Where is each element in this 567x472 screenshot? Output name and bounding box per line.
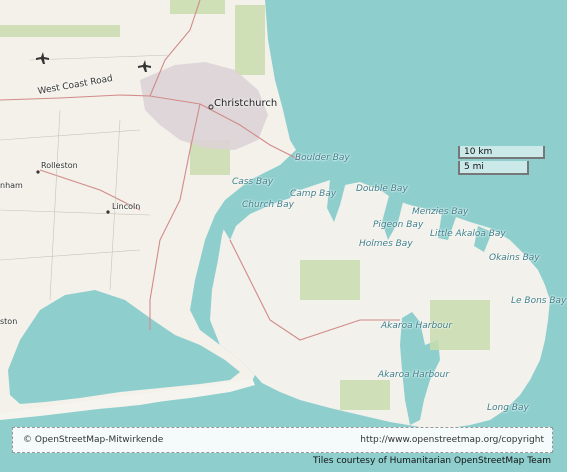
label-cass-bay: Cass Bay [232,177,274,187]
attribution-copyright: © OpenStreetMap-Mitwirkende [23,435,164,445]
label-double-bay: Double Bay [356,184,408,194]
tiles-credit: Tiles courtesy of Humanitarian OpenStree… [313,456,551,466]
attribution-bar: © OpenStreetMap-Mitwirkende http://www.o… [12,427,553,453]
label-camp-bay: Camp Bay [290,189,337,199]
attribution-link[interactable]: http://www.openstreetmap.org/copyright [360,435,544,445]
label-boulder-bay: Boulder Bay [295,153,350,163]
label-holmes-bay: Holmes Bay [359,239,413,249]
scale-bar-mi: 5 mi [458,161,529,175]
town-dot-lincoln [106,210,110,214]
label-le-bons-bay: Le Bons Bay [511,296,567,306]
label-akaroa-harbour-north: Akaroa Harbour [381,321,453,331]
scale-bar-km: 10 km [458,146,545,159]
label-church-bay: Church Bay [242,200,294,210]
label-ston: ston [0,317,18,326]
label-okains-bay: Okains Bay [489,253,540,263]
label-pigeon-bay: Pigeon Bay [373,220,424,230]
town-dot-rolleston [36,170,40,174]
label-rolleston: Rolleston [41,161,78,170]
label-menzies-bay: Menzies Bay [412,207,469,217]
label-long-bay: Long Bay [487,403,529,413]
label-akaroa-harbour-south: Akaroa Harbour [378,370,450,380]
label-little-akaloa-bay: Little Akaloa Bay [430,229,506,239]
label-christchurch: Christchurch [214,98,278,109]
label-nham: nham [0,181,23,190]
label-lincoln: Lincoln [112,202,141,211]
